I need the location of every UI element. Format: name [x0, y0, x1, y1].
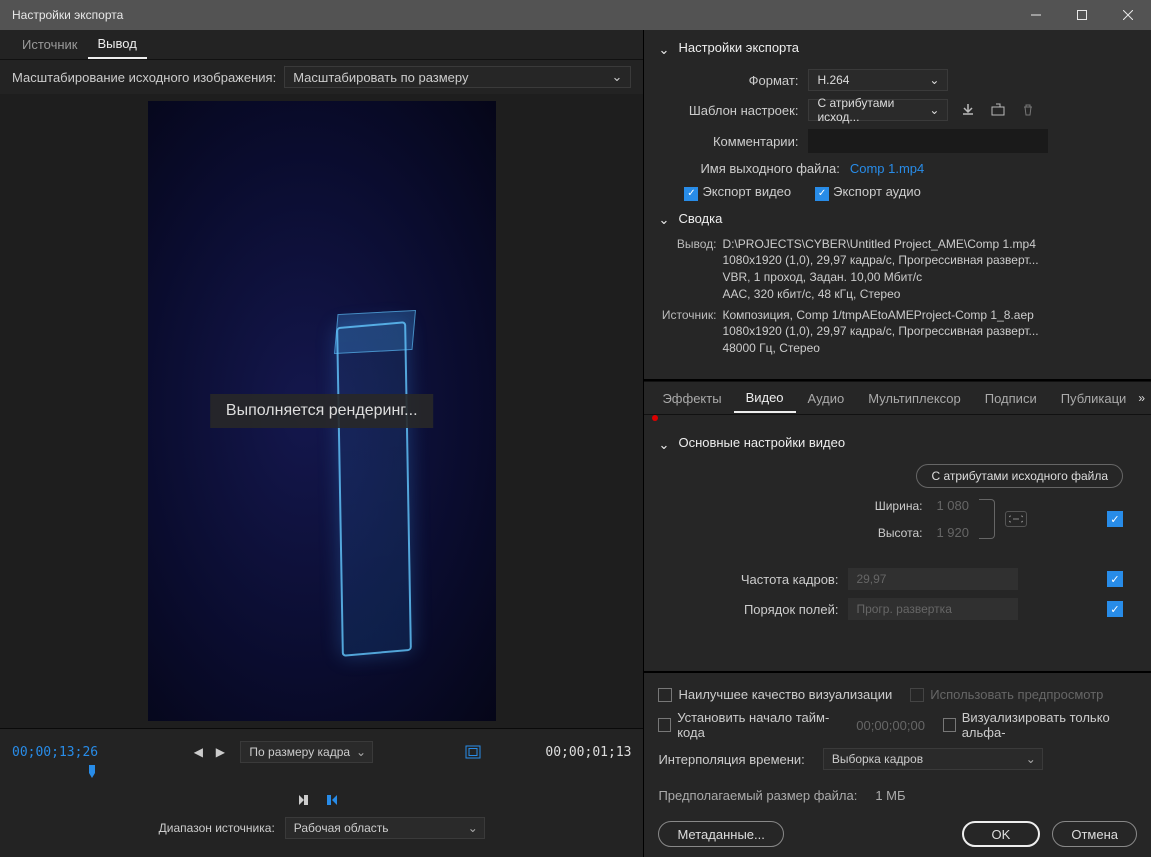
- use-preview-checkbox: Использовать предпросмотр: [910, 687, 1103, 702]
- close-button[interactable]: [1105, 0, 1151, 30]
- chevron-down-icon: ⌄: [929, 103, 939, 117]
- ok-button[interactable]: OK: [962, 821, 1041, 847]
- tab-output[interactable]: Вывод: [88, 30, 147, 59]
- tabs-overflow-icon[interactable]: »: [1138, 391, 1145, 405]
- tab-video[interactable]: Видео: [734, 384, 796, 413]
- preset-select[interactable]: С атрибутами исход...⌄: [808, 99, 948, 121]
- scale-select[interactable]: Масштабировать по размеру ⌄: [284, 66, 631, 88]
- export-audio-checkbox[interactable]: ✓Экспорт аудио: [815, 184, 921, 201]
- comments-input[interactable]: [808, 129, 1048, 153]
- next-frame-icon[interactable]: ▶: [212, 744, 228, 760]
- field-order-match-checkbox[interactable]: ✓: [1107, 601, 1123, 617]
- tab-publish[interactable]: Публикаци: [1049, 385, 1139, 412]
- timecode-duration: 00;00;01;13: [545, 745, 631, 760]
- tab-captions[interactable]: Подписи: [973, 385, 1049, 412]
- format-label: Формат:: [658, 73, 798, 88]
- match-source-button[interactable]: С атрибутами исходного файла: [916, 464, 1123, 488]
- source-range-select[interactable]: Рабочая область: [285, 817, 485, 839]
- best-quality-checkbox[interactable]: Наилучшее качество визуализации: [658, 687, 892, 702]
- chevron-down-icon: ⌄: [612, 69, 623, 85]
- save-preset-icon[interactable]: [958, 100, 978, 120]
- width-value[interactable]: 1 080: [936, 498, 969, 513]
- import-preset-icon[interactable]: [988, 100, 1008, 120]
- summary-output-value: D:\PROJECTS\CYBER\Untitled Project_AME\C…: [722, 236, 1137, 303]
- export-settings-header[interactable]: ⌄ Настройки экспорта: [644, 30, 1151, 65]
- tab-audio[interactable]: Аудио: [796, 385, 857, 412]
- rendering-overlay: Выполняется рендеринг...: [210, 394, 434, 428]
- playhead-icon[interactable]: [87, 765, 97, 779]
- aspect-lock-icon[interactable]: [465, 744, 481, 760]
- alpha-only-checkbox[interactable]: Визуализировать только альфа-: [943, 710, 1137, 740]
- prev-frame-icon[interactable]: ◀: [190, 744, 206, 760]
- chevron-down-icon: ⌄: [658, 437, 670, 449]
- export-video-checkbox[interactable]: ✓Экспорт видео: [684, 184, 791, 201]
- preset-label: Шаблон настроек:: [658, 103, 798, 118]
- height-value[interactable]: 1 920: [936, 525, 969, 540]
- estimated-size-value: 1 МБ: [875, 788, 905, 803]
- set-timecode-checkbox[interactable]: Установить начало тайм-кода: [658, 710, 838, 740]
- minimize-button[interactable]: [1013, 0, 1059, 30]
- preview-area: Выполняется рендеринг...: [0, 94, 643, 728]
- chevron-down-icon: ⌄: [929, 73, 939, 87]
- in-point-icon[interactable]: [297, 794, 319, 810]
- timeline[interactable]: [12, 767, 631, 781]
- window-title: Настройки экспорта: [12, 8, 1013, 22]
- fps-label: Частота кадров:: [658, 572, 838, 587]
- timecode-start-value: 00;00;00;00: [856, 718, 925, 733]
- fit-select[interactable]: По размеру кадра: [240, 741, 373, 763]
- tab-multiplexer[interactable]: Мультиплексор: [856, 385, 973, 412]
- tab-effects[interactable]: Эффекты: [650, 385, 733, 412]
- delete-preset-icon[interactable]: [1018, 100, 1038, 120]
- summary-source-value: Композиция, Comp 1/tmpAEtoAMEProject-Com…: [722, 307, 1137, 357]
- field-order-select[interactable]: Прогр. развертка: [848, 598, 1018, 620]
- link-dimensions-icon[interactable]: [1005, 511, 1027, 527]
- metadata-button[interactable]: Метаданные...: [658, 821, 783, 847]
- scale-select-value: Масштабировать по размеру: [293, 70, 468, 85]
- format-select[interactable]: H.264⌄: [808, 69, 948, 91]
- cancel-button[interactable]: Отмена: [1052, 821, 1137, 847]
- summary-output-key: Вывод:: [658, 236, 716, 303]
- field-order-label: Порядок полей:: [658, 602, 838, 617]
- fps-select[interactable]: 29,97: [848, 568, 1018, 590]
- summary-source-key: Источник:: [658, 307, 716, 357]
- out-point-icon[interactable]: [325, 794, 347, 810]
- height-label: Высота:: [878, 526, 923, 540]
- fps-match-checkbox[interactable]: ✓: [1107, 571, 1123, 587]
- estimated-size-label: Предполагаемый размер файла:: [658, 788, 857, 803]
- comments-label: Комментарии:: [658, 134, 798, 149]
- time-interpolation-select[interactable]: Выборка кадров: [823, 748, 1043, 770]
- chevron-down-icon: ⌄: [658, 212, 670, 224]
- time-interpolation-label: Интерполяция времени:: [658, 752, 804, 767]
- tab-source[interactable]: Источник: [12, 31, 88, 58]
- scale-label: Масштабирование исходного изображения:: [12, 70, 276, 85]
- maximize-button[interactable]: [1059, 0, 1105, 30]
- source-range-label: Диапазон источника:: [159, 821, 275, 835]
- output-name-link[interactable]: Comp 1.mp4: [850, 161, 924, 176]
- summary-header[interactable]: ⌄ Сводка: [644, 205, 1151, 236]
- timecode-current[interactable]: 00;00;13;26: [12, 745, 98, 760]
- dimensions-match-checkbox[interactable]: ✓: [1107, 511, 1123, 527]
- chevron-down-icon: ⌄: [658, 42, 670, 54]
- width-label: Ширина:: [875, 499, 923, 513]
- titlebar: Настройки экспорта: [0, 0, 1151, 30]
- output-name-label: Имя выходного файла:: [700, 161, 839, 176]
- video-basic-header[interactable]: ⌄ Основные настройки видео: [644, 425, 1151, 460]
